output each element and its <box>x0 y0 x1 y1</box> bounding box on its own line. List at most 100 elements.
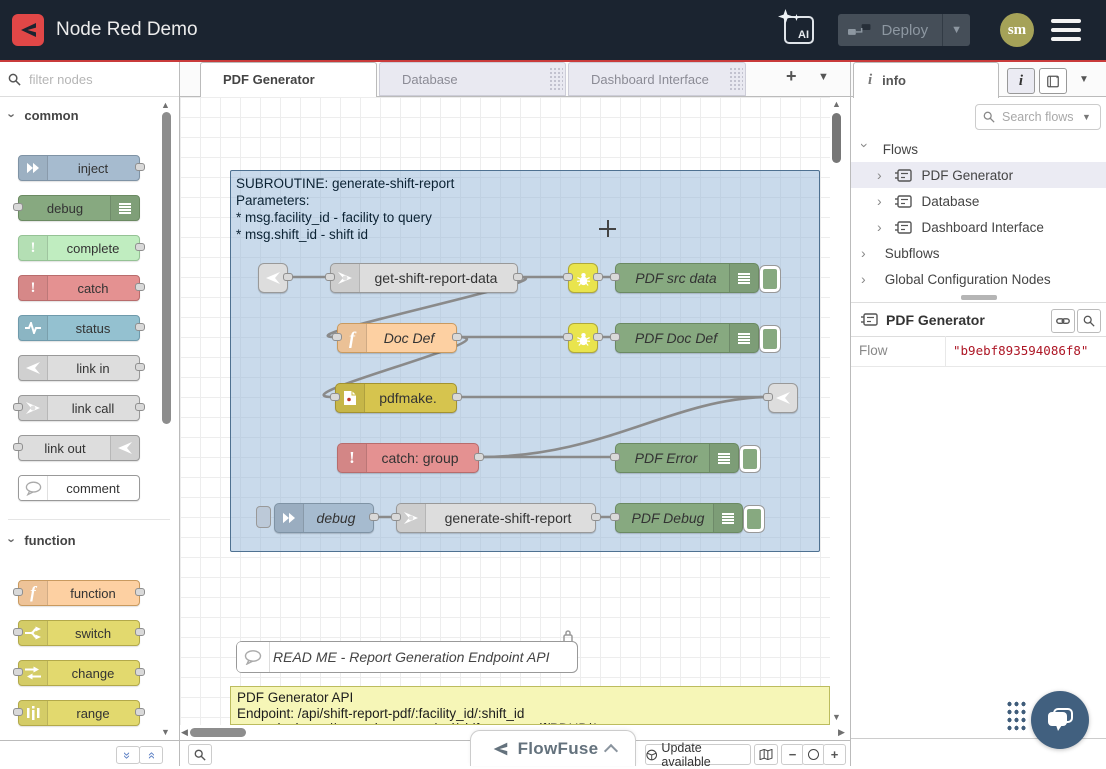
flow-canvas[interactable]: SUBROUTINE: generate-shift-report Parame… <box>180 97 830 725</box>
node-catch-group[interactable]: ! catch: group <box>337 443 479 473</box>
output-port[interactable] <box>591 513 601 521</box>
node-junction-bug-2[interactable] <box>568 323 598 353</box>
add-flow-button[interactable]: + <box>786 66 797 87</box>
canvas-scroll-up-icon[interactable]: ▲ <box>832 99 841 109</box>
palette-node-link-in[interactable]: link in <box>18 355 140 381</box>
palette-node-catch[interactable]: ! catch <box>18 275 140 301</box>
tree-flows-header[interactable]: › Flows <box>851 136 1106 162</box>
expand-all-button[interactable]: » <box>139 746 163 764</box>
palette-node-function[interactable]: f function <box>18 580 140 606</box>
output-port[interactable] <box>513 273 523 281</box>
deploy-button[interactable]: Deploy ▼ <box>838 14 970 46</box>
chat-widget-button[interactable] <box>1031 691 1089 749</box>
zoom-in-button[interactable]: + <box>823 744 846 765</box>
node-debug-pdf-debug[interactable]: PDF Debug <box>615 503 743 533</box>
output-port[interactable] <box>135 323 145 331</box>
input-port[interactable] <box>763 393 773 401</box>
deploy-dropdown-icon[interactable]: ▼ <box>943 24 970 36</box>
debug-toggle-button[interactable] <box>760 266 780 292</box>
collapse-all-button[interactable]: » <box>116 746 140 764</box>
input-port[interactable] <box>330 393 340 401</box>
input-port[interactable] <box>13 588 23 596</box>
palette-node-complete[interactable]: ! complete <box>18 235 140 261</box>
output-port[interactable] <box>135 668 145 676</box>
node-link-out[interactable] <box>768 383 798 413</box>
palette-node-status[interactable]: status <box>18 315 140 341</box>
palette-node-link-out[interactable]: link out <box>18 435 140 461</box>
palette-scrollbar-thumb[interactable] <box>162 112 171 424</box>
input-port[interactable] <box>563 273 573 281</box>
tab-database[interactable]: Database <box>379 62 566 96</box>
input-port[interactable] <box>610 273 620 281</box>
sidebar-resize-handle[interactable] <box>851 292 1106 303</box>
tree-item-dashboard-interface[interactable]: › Dashboard Interface <box>851 214 1106 240</box>
tab-dashboard-interface[interactable]: Dashboard Interface <box>568 62 746 96</box>
flows-search-box[interactable]: ▼ <box>975 104 1101 130</box>
tab-list-dropdown-icon[interactable]: ▼ <box>818 71 829 83</box>
zoom-reset-button[interactable] <box>802 744 825 765</box>
palette-scroll-up-icon[interactable]: ▲ <box>161 100 170 110</box>
palette-category-common[interactable]: ›common <box>10 108 170 128</box>
palette-node-switch[interactable]: switch <box>18 620 140 646</box>
output-port[interactable] <box>135 283 145 291</box>
input-port[interactable] <box>610 453 620 461</box>
input-port[interactable] <box>332 333 342 341</box>
ai-assistant-button[interactable]: AI <box>784 16 814 44</box>
node-link-in[interactable] <box>258 263 288 293</box>
output-port[interactable] <box>135 403 145 411</box>
flows-search-input[interactable] <box>1000 109 1082 125</box>
node-comment-readme[interactable]: READ ME - Report Generation Endpoint API <box>236 641 578 673</box>
canvas-hscrollbar-thumb[interactable] <box>190 728 246 737</box>
input-port[interactable] <box>391 513 401 521</box>
palette-category-function[interactable]: ›function <box>10 533 170 553</box>
node-function-doc-def[interactable]: f Doc Def <box>337 323 457 353</box>
sidebar-help-button[interactable] <box>1039 68 1067 94</box>
zoom-out-button[interactable]: − <box>781 744 804 765</box>
debug-toggle-button[interactable] <box>744 506 764 532</box>
palette-scroll-down-icon[interactable]: ▼ <box>161 727 170 737</box>
palette-node-comment[interactable]: comment <box>18 475 140 501</box>
palette-node-inject[interactable]: inject <box>18 155 140 181</box>
wires[interactable] <box>180 97 830 725</box>
input-port[interactable] <box>13 203 23 211</box>
chat-drag-handle-icon[interactable] <box>1006 700 1026 731</box>
palette-node-range[interactable]: range <box>18 700 140 726</box>
palette-node-change[interactable]: change <box>18 660 140 686</box>
tab-pdf-generator[interactable]: PDF Generator <box>200 62 377 97</box>
palette-node-link-call[interactable]: link call <box>18 395 140 421</box>
input-port[interactable] <box>563 333 573 341</box>
tree-item-subflows[interactable]: › Subflows <box>851 240 1106 266</box>
output-port[interactable] <box>474 453 484 461</box>
output-port[interactable] <box>452 393 462 401</box>
input-port[interactable] <box>13 708 23 716</box>
node-link-call-get-shift-report-data[interactable]: get-shift-report-data <box>330 263 518 293</box>
node-debug-pdf-src-data[interactable]: PDF src data <box>615 263 759 293</box>
input-port[interactable] <box>13 443 23 451</box>
node-debug-pdf-doc-def[interactable]: PDF Doc Def <box>615 323 759 353</box>
debug-toggle-button[interactable] <box>760 326 780 352</box>
palette-search[interactable] <box>0 62 179 97</box>
canvas-scroll-down-icon[interactable]: ▼ <box>832 712 841 722</box>
sidebar-tab-info[interactable]: i info <box>853 62 999 98</box>
detail-search-button[interactable] <box>1077 309 1101 333</box>
output-port[interactable] <box>452 333 462 341</box>
output-port[interactable] <box>135 163 145 171</box>
tree-item-database[interactable]: › Database <box>851 188 1106 214</box>
input-port[interactable] <box>13 403 23 411</box>
output-port[interactable] <box>135 708 145 716</box>
debug-toggle-button[interactable] <box>740 446 760 472</box>
flowfuse-panel-toggle[interactable]: FlowFuse <box>470 730 636 766</box>
output-port[interactable] <box>135 588 145 596</box>
canvas-scroll-right-icon[interactable]: ▶ <box>838 727 845 737</box>
input-port[interactable] <box>610 333 620 341</box>
palette-node-debug[interactable]: debug <box>18 195 140 221</box>
tree-item-global-config-nodes[interactable]: › Global Configuration Nodes <box>851 266 1106 292</box>
sidebar-menu-dropdown-icon[interactable]: ▼ <box>1079 74 1089 85</box>
palette-filter-input[interactable] <box>27 71 161 88</box>
output-port[interactable] <box>593 273 603 281</box>
output-port[interactable] <box>283 273 293 281</box>
output-port[interactable] <box>369 513 379 521</box>
search-options-dropdown-icon[interactable]: ▼ <box>1082 112 1091 122</box>
canvas-scroll-left-icon[interactable]: ◀ <box>181 727 188 737</box>
canvas-vscrollbar-thumb[interactable] <box>832 113 841 163</box>
